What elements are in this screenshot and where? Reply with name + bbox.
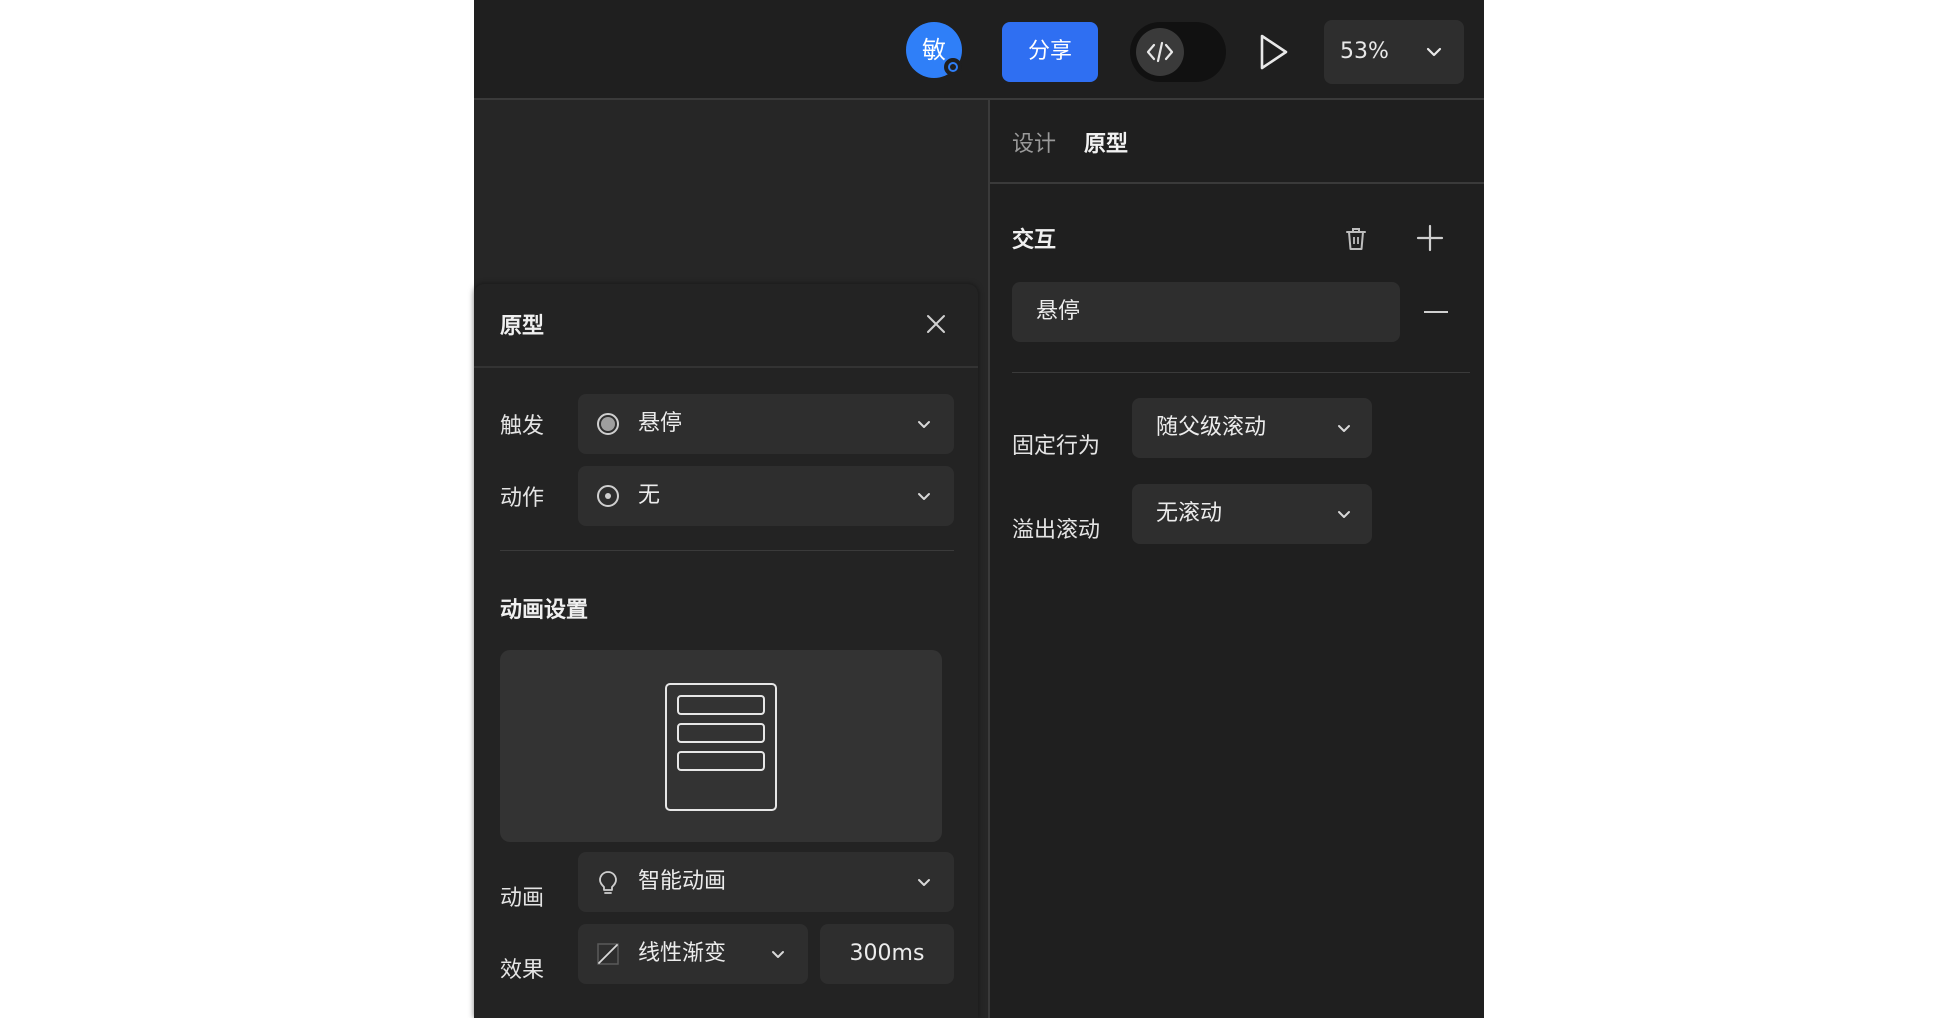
overflow-scroll-value: 无滚动 <box>1156 501 1223 526</box>
bulb-icon <box>599 871 617 894</box>
chevron-down-icon <box>918 421 930 428</box>
effect-select[interactable]: 线性渐变 <box>578 924 808 984</box>
fixed-behavior-value: 随父级滚动 <box>1156 415 1267 440</box>
animation-settings-title: 动画设置 <box>500 598 589 623</box>
panel-tabs: 设计 原型 <box>990 100 1484 184</box>
trigger-select[interactable]: 悬停 <box>578 394 954 454</box>
linear-curve-icon <box>597 943 619 965</box>
chevron-down-icon <box>918 879 930 886</box>
animation-value: 智能动画 <box>638 869 727 894</box>
animation-label: 动画 <box>500 886 545 911</box>
duration-input[interactable]: 300ms <box>820 924 954 984</box>
action-label: 动作 <box>500 486 545 511</box>
action-value: 无 <box>638 483 661 508</box>
avatar-status-dot <box>944 58 962 76</box>
divider <box>1012 372 1470 373</box>
radio-icon <box>597 485 619 507</box>
divider <box>474 366 978 368</box>
tab-design[interactable]: 设计 <box>1012 126 1056 158</box>
animation-select[interactable]: 智能动画 <box>578 852 954 912</box>
prototype-popover: 原型 触发 悬停 动作 无 动画设置 动画 智能动画 效果 线性渐变 300ms <box>474 284 978 1018</box>
trigger-value: 悬停 <box>638 411 683 436</box>
interaction-section-title: 交互 <box>1012 228 1057 253</box>
close-icon[interactable] <box>924 312 948 336</box>
top-bar: 敏 分享 53% <box>474 0 1484 100</box>
chevron-down-icon <box>772 951 784 958</box>
share-button[interactable]: 分享 <box>1002 22 1098 82</box>
scroll-preview-icon <box>665 683 777 811</box>
animation-preview <box>500 650 942 842</box>
interaction-item-hover[interactable]: 悬停 <box>1012 282 1400 342</box>
hover-trigger-icon <box>597 413 619 435</box>
chevron-down-icon <box>1338 511 1350 518</box>
effect-label: 效果 <box>500 958 545 983</box>
tab-prototype[interactable]: 原型 <box>1084 126 1128 158</box>
zoom-dropdown[interactable]: 53% <box>1324 20 1464 84</box>
zoom-level: 53% <box>1340 39 1389 64</box>
overflow-scroll-select[interactable]: 无滚动 <box>1132 484 1372 544</box>
right-panel: 设计 原型 交互 悬停 固定行为 随父级滚动 溢出滚动 无滚动 <box>990 100 1484 1018</box>
code-icon <box>1136 28 1184 76</box>
fixed-behavior-select[interactable]: 随父级滚动 <box>1132 398 1372 458</box>
chevron-down-icon <box>1338 425 1350 432</box>
overflow-scroll-label: 溢出滚动 <box>1012 518 1101 543</box>
popover-title: 原型 <box>500 314 545 339</box>
fixed-behavior-label: 固定行为 <box>1012 434 1101 459</box>
code-mode-toggle[interactable] <box>1130 22 1226 82</box>
action-select[interactable]: 无 <box>578 466 954 526</box>
plus-icon[interactable] <box>1416 224 1444 252</box>
interaction-label: 悬停 <box>1036 299 1081 324</box>
trash-icon[interactable] <box>1344 226 1368 252</box>
play-icon[interactable] <box>1254 30 1294 74</box>
trigger-label: 触发 <box>500 414 545 439</box>
minus-icon[interactable] <box>1424 311 1448 313</box>
divider <box>500 550 954 551</box>
chevron-down-icon <box>918 493 930 500</box>
effect-value: 线性渐变 <box>638 941 727 966</box>
chevron-down-icon <box>1426 47 1442 57</box>
